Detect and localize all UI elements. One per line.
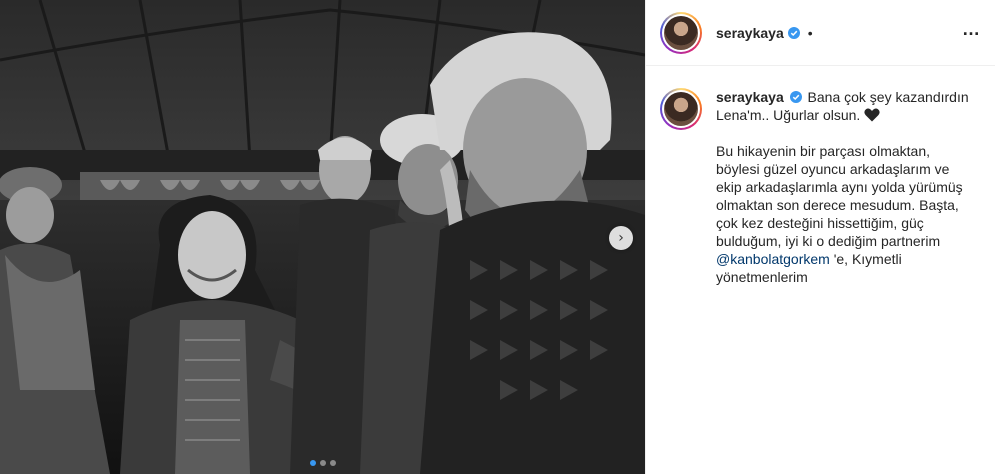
verified-badge-icon (787, 26, 800, 39)
header-username[interactable]: seraykaya (716, 25, 784, 41)
carousel-dot-1 (309, 460, 316, 466)
carousel-dot-3 (329, 460, 336, 466)
caption-avatar[interactable] (660, 88, 702, 130)
post-photo[interactable]: › (0, 0, 645, 474)
caption-username[interactable]: seraykaya (716, 89, 784, 105)
post-caption: seraykaya Bana çok şey kazandırdın Lena'… (660, 88, 985, 286)
carousel-dot-2 (319, 460, 326, 466)
black-heart-icon (864, 108, 880, 122)
header-avatar[interactable] (660, 11, 702, 54)
verified-badge-icon (789, 91, 802, 103)
avatar-image (664, 15, 698, 50)
header-separator: • (807, 24, 813, 41)
post-header: seraykaya • … (646, 0, 995, 66)
carousel-dots (0, 460, 645, 466)
photo-scene-illustration (0, 0, 645, 474)
caption-text: seraykaya Bana çok şey kazandırdın Lena'… (716, 88, 976, 286)
avatar-image (664, 92, 698, 126)
more-options-button[interactable]: … (962, 19, 981, 40)
post-side-panel: seraykaya • … seraykaya Bana çok şey kaz… (645, 0, 995, 474)
caption-paragraph: Bu hikayenin bir parçası olmaktan, böyle… (716, 143, 963, 249)
carousel-next-button[interactable]: › (609, 226, 633, 250)
mention-link[interactable]: @kanbolatgorkem (716, 251, 830, 267)
chevron-right-icon: › (618, 230, 624, 246)
